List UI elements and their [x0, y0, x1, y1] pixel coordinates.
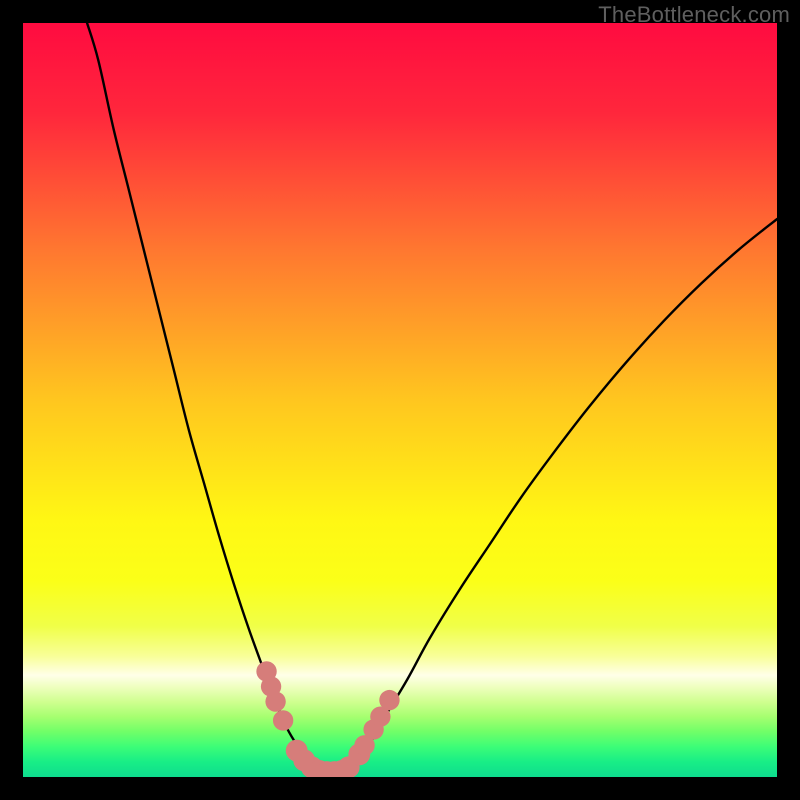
watermark-text: TheBottleneck.com: [598, 2, 790, 28]
curves-layer: [23, 23, 777, 777]
marker-dot: [265, 691, 285, 711]
plot-area: [23, 23, 777, 777]
right-curve: [345, 219, 777, 771]
marker-dot: [273, 710, 293, 730]
bottom-markers: [256, 661, 399, 777]
outer-frame: TheBottleneck.com: [0, 0, 800, 800]
marker-dot: [379, 690, 399, 710]
left-curve: [87, 23, 319, 771]
